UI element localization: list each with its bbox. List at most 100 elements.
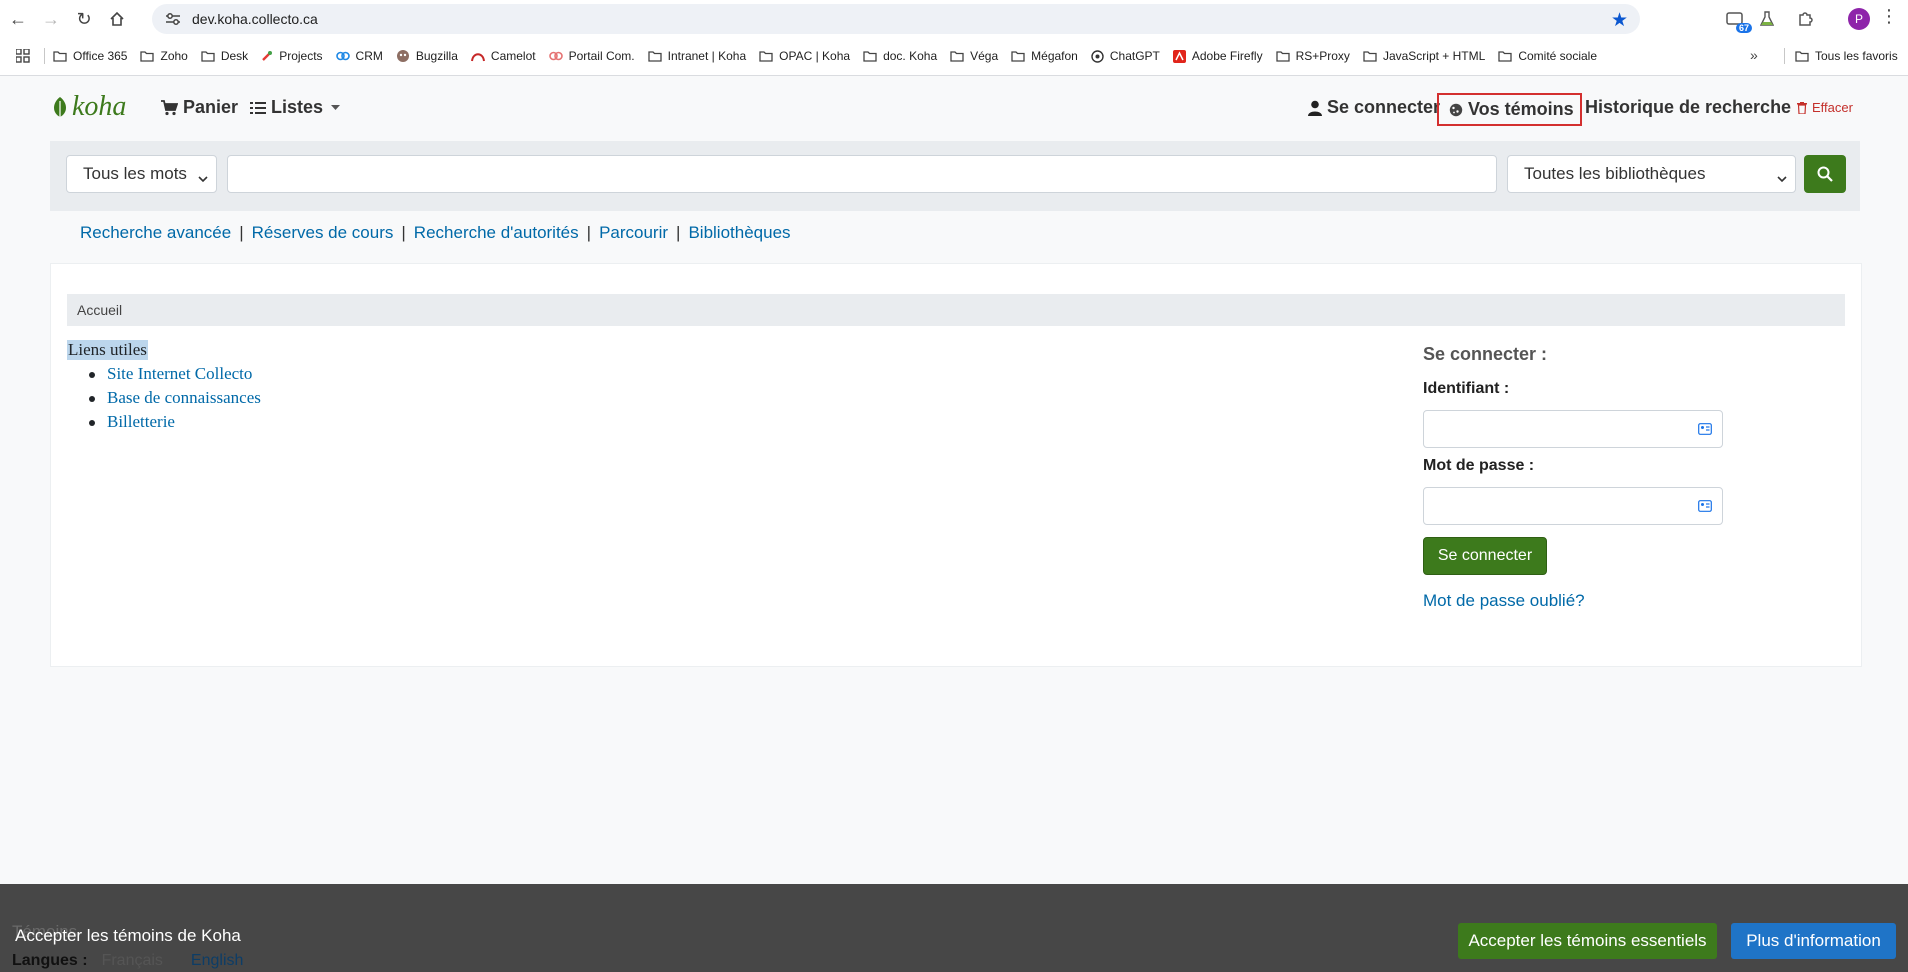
separator: | bbox=[586, 223, 592, 242]
bookmark-item[interactable]: Zoho bbox=[140, 49, 188, 63]
bookmark-label: JavaScript + HTML bbox=[1382, 49, 1486, 63]
lists-dropdown[interactable]: Listes bbox=[250, 97, 341, 118]
folder-icon bbox=[647, 50, 662, 62]
separator: | bbox=[239, 223, 244, 242]
koha-opac-page: koha Panier Listes Se connecter Vos témo… bbox=[0, 77, 1908, 972]
advanced-search-link[interactable]: Recherche avancée bbox=[80, 223, 231, 243]
search-button[interactable] bbox=[1804, 155, 1846, 193]
browser-menu-icon[interactable]: ⋮ bbox=[1880, 6, 1898, 27]
bookmark-item[interactable]: JavaScript + HTML bbox=[1363, 49, 1485, 63]
extension-mail-icon[interactable]: 67 bbox=[1722, 6, 1752, 33]
autofill-card-icon[interactable] bbox=[1698, 499, 1712, 517]
password-input[interactable] bbox=[1423, 487, 1723, 525]
breadcrumb-home[interactable]: Accueil bbox=[77, 302, 122, 318]
cookies-label: Vos témoins bbox=[1468, 99, 1574, 119]
search-type-select[interactable]: Tous les mots bbox=[66, 155, 217, 193]
reload-icon[interactable]: ↻ bbox=[69, 4, 99, 34]
search-type-value: Tous les mots bbox=[83, 164, 187, 183]
cookie-icon bbox=[1449, 103, 1463, 117]
bookmark-star-icon[interactable]: ★ bbox=[1611, 9, 1628, 32]
koha-logo-text: koha bbox=[72, 91, 127, 122]
login-form: Se connecter : Identifiant : Mot de pass… bbox=[1423, 340, 1733, 611]
back-icon[interactable]: ← bbox=[3, 4, 33, 34]
home-icon[interactable] bbox=[102, 4, 132, 34]
bookmark-item[interactable]: Portail Com. bbox=[548, 49, 635, 63]
bookmark-item[interactable]: Office 365 bbox=[53, 49, 127, 63]
autofill-card-icon[interactable] bbox=[1698, 422, 1712, 440]
bookmark-item[interactable]: Véga bbox=[950, 49, 998, 63]
bookmark-item[interactable]: Projects bbox=[261, 49, 323, 63]
site-info-icon[interactable] bbox=[160, 12, 186, 26]
bookmark-item[interactable]: Bugzilla bbox=[396, 49, 458, 63]
koha-leaf-icon bbox=[54, 97, 66, 117]
library-value: Toutes les bibliothèques bbox=[1524, 164, 1706, 183]
library-select[interactable]: Toutes les bibliothèques bbox=[1507, 155, 1796, 193]
bug-icon bbox=[396, 49, 410, 63]
all-bookmarks-folder[interactable]: Tous les favoris bbox=[1784, 48, 1898, 64]
folder-icon bbox=[1498, 50, 1512, 62]
url-text: dev.koha.collecto.ca bbox=[192, 11, 318, 27]
login-link[interactable]: Se connecter bbox=[1308, 97, 1440, 118]
bookmarks-list: Office 365 Zoho Desk Projects CRM Bugzilla Cam… bbox=[53, 49, 1610, 63]
bookmark-label: Portail Com. bbox=[568, 49, 635, 63]
cart-label: Panier bbox=[183, 97, 239, 117]
trash-icon bbox=[1797, 101, 1807, 114]
language-english-link[interactable]: English bbox=[191, 952, 243, 970]
chevron-down-icon bbox=[1777, 168, 1787, 188]
main-content: Accueil Liens utiles Site Internet Colle… bbox=[50, 263, 1862, 667]
folder-icon bbox=[759, 50, 773, 62]
useful-link-ticketing[interactable]: Billetterie bbox=[89, 410, 261, 434]
folder-icon bbox=[53, 50, 67, 62]
opac-header: koha Panier Listes Se connecter Vos témo… bbox=[50, 87, 1860, 127]
bookmark-item[interactable]: Adobe Firefly bbox=[1172, 49, 1263, 63]
bookmark-item[interactable]: Intranet | Koha bbox=[647, 49, 747, 63]
apps-grid-icon[interactable] bbox=[12, 49, 34, 63]
extensions-puzzle-icon[interactable] bbox=[1792, 6, 1818, 32]
search-history-link[interactable]: Historique de recherche bbox=[1585, 97, 1791, 118]
bookmark-label: Comité sociale bbox=[1518, 49, 1598, 63]
bookmark-item[interactable]: Mégafon bbox=[1011, 49, 1078, 63]
accept-essential-cookies-button[interactable]: Accepter les témoins essentiels bbox=[1458, 923, 1717, 959]
bookmark-item[interactable]: ChatGPT bbox=[1091, 49, 1160, 63]
course-reserves-link[interactable]: Réserves de cours bbox=[252, 223, 394, 243]
koha-logo[interactable]: koha bbox=[50, 91, 126, 123]
authority-search-link[interactable]: Recherche d'autorités bbox=[414, 223, 579, 243]
address-bar[interactable]: dev.koha.collecto.ca ★ bbox=[152, 4, 1640, 34]
search-query-input[interactable] bbox=[227, 155, 1497, 193]
caret-down-icon bbox=[331, 104, 341, 111]
bookmark-item[interactable]: doc. Koha bbox=[863, 49, 937, 63]
username-label: Identifiant : bbox=[1423, 380, 1510, 397]
clear-history-link[interactable]: Effacer bbox=[1797, 100, 1853, 115]
bookmark-item[interactable]: Comité sociale bbox=[1498, 49, 1597, 63]
useful-link-knowledge-base[interactable]: Base de connaissances bbox=[89, 386, 261, 410]
more-info-button[interactable]: Plus d'information bbox=[1731, 923, 1896, 959]
bookmark-label: Bugzilla bbox=[415, 49, 458, 63]
bookmark-label: Intranet | Koha bbox=[667, 49, 747, 63]
bookmark-label: ChatGPT bbox=[1109, 49, 1160, 63]
bookmark-item[interactable]: CRM bbox=[335, 49, 383, 63]
extension-flask-icon[interactable] bbox=[1754, 6, 1780, 32]
login-submit-button[interactable]: Se connecter bbox=[1423, 537, 1547, 575]
bookmark-label: Desk bbox=[220, 49, 249, 63]
bookmark-item[interactable]: Desk bbox=[201, 49, 248, 63]
user-icon bbox=[1308, 100, 1322, 116]
rocket-icon bbox=[261, 50, 273, 62]
more-bookmarks-icon[interactable]: » bbox=[1750, 47, 1758, 63]
cookies-consent-link[interactable]: Vos témoins bbox=[1437, 93, 1582, 126]
separator: | bbox=[401, 223, 406, 242]
cookie-consent-banner: Témoins Accepter les témoins de Koha Lan… bbox=[0, 884, 1908, 972]
bookmark-item[interactable]: RS+Proxy bbox=[1275, 49, 1350, 63]
profile-avatar[interactable]: P bbox=[1848, 8, 1870, 30]
libraries-link[interactable]: Bibliothèques bbox=[688, 223, 790, 243]
bookmark-item[interactable]: OPAC | Koha bbox=[759, 49, 850, 63]
bookmark-item[interactable]: Camelot bbox=[470, 49, 536, 63]
crm-icon bbox=[335, 51, 350, 61]
browse-link[interactable]: Parcourir bbox=[599, 223, 668, 243]
cart-link[interactable]: Panier bbox=[160, 97, 238, 118]
language-french: Français bbox=[101, 952, 163, 969]
login-label: Se connecter bbox=[1327, 97, 1441, 117]
forgot-password-link[interactable]: Mot de passe oublié? bbox=[1423, 591, 1733, 611]
username-input[interactable] bbox=[1423, 410, 1723, 448]
forward-icon[interactable]: → bbox=[36, 4, 66, 34]
useful-link-collecto-site[interactable]: Site Internet Collecto bbox=[89, 362, 261, 386]
